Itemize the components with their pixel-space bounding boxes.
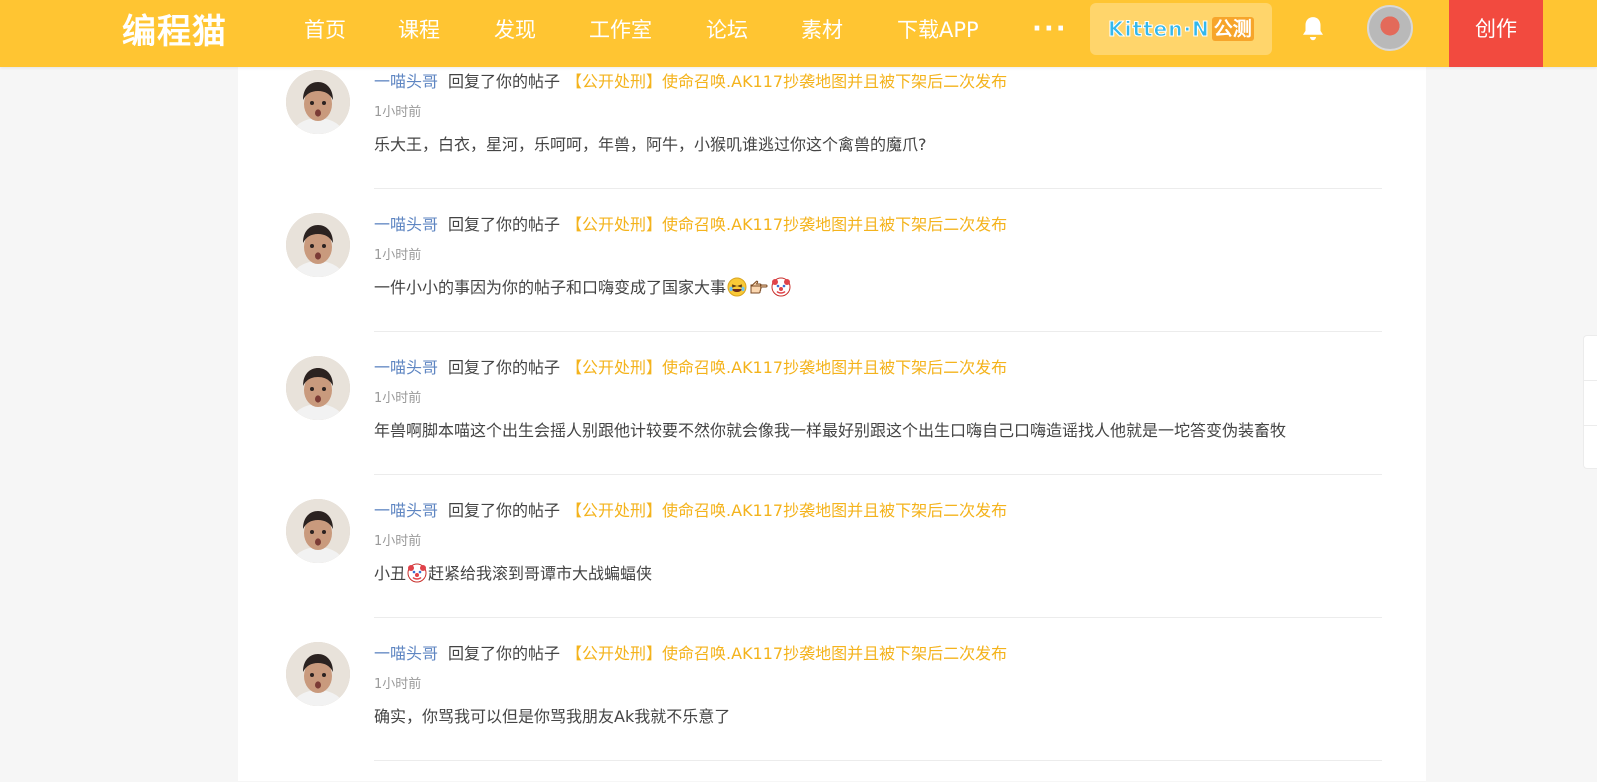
face-avatar-icon [286,499,350,563]
post-title-link[interactable]: 【公开处刑】使命召唤.AK117抄袭地图并且被下架后二次发布 [566,644,1007,663]
timestamp: 1小时前 [374,105,422,120]
divider [374,188,1382,189]
reply-content: 乐大王，白衣，星河，乐呵呵，年兽，阿牛，小猴叽谁逃过你这个禽兽的魔爪? [374,135,927,154]
notification-header: 一喵头哥 回复了你的帖子 【公开处刑】使命召唤.AK117抄袭地图并且被下架后二次发… [374,70,1007,94]
reply-text: 一件小小的事因为你的帖子和口嗨变成了国家大事 [374,278,727,297]
avatar[interactable] [286,499,350,563]
notification-header: 一喵头哥 回复了你的帖子 【公开处刑】使命召唤.AK117抄袭地图并且被下架后二次发… [374,213,1007,237]
post-title-link[interactable]: 【公开处刑】使命召唤.AK117抄袭地图并且被下架后二次发布 [566,501,1007,520]
divider [1584,380,1597,381]
action-text: 回复了你的帖子 [448,72,561,91]
username-link[interactable]: 一喵头哥 [374,501,438,520]
list-item: 一喵头哥 回复了你的帖子 【公开处刑】使命召唤.AK117抄袭地图并且被下架后二次发… [238,353,1426,496]
avatar[interactable] [286,213,350,277]
notification-header: 一喵头哥 回复了你的帖子 【公开处刑】使命召唤.AK117抄袭地图并且被下架后二次发… [374,356,1007,380]
kitten-n-beta-button[interactable]: Kitten·N 公测 [1090,3,1272,55]
divider [374,617,1382,618]
clown-emoji-icon [407,563,427,583]
notification-panel: 一喵头哥 回复了你的帖子 【公开处刑】使命召唤.AK117抄袭地图并且被下架后二次发… [238,0,1426,781]
face-avatar-icon [286,356,350,420]
username-link[interactable]: 一喵头哥 [374,72,438,91]
bell-icon[interactable] [1298,14,1328,44]
reply-content: 一件小小的事因为你的帖子和口嗨变成了国家大事 [374,276,792,300]
list-item: 一喵头哥 回复了你的帖子 【公开处刑】使命召唤.AK117抄袭地图并且被下架后二次发… [238,210,1426,353]
action-text: 回复了你的帖子 [448,215,561,234]
post-title-link[interactable]: 【公开处刑】使命召唤.AK117抄袭地图并且被下架后二次发布 [566,358,1007,377]
nav-forum[interactable]: 论坛 [706,0,748,67]
divider [1584,425,1597,426]
reply-content: 小丑 赶紧给我滚到哥谭市大战蝙蝠侠 [374,562,652,586]
kitten-n-brand: Kitten·N [1108,17,1210,42]
face-avatar-icon [286,213,350,277]
timestamp: 1小时前 [374,677,422,692]
username-link[interactable]: 一喵头哥 [374,644,438,663]
nav-studio[interactable]: 工作室 [589,0,652,67]
divider [374,760,1382,761]
floating-side-toolbar[interactable] [1583,335,1597,469]
list-item: 一喵头哥 回复了你的帖子 【公开处刑】使命召唤.AK117抄袭地图并且被下架后二次发… [238,67,1426,210]
reply-text-end: 赶紧给我滚到哥谭市大战蝙蝠侠 [428,564,653,583]
reply-content: 年兽啊脚本喵这个出生会摇人别跟他计较要不然你就会像我一样最好别跟这个出生口嗨自己… [374,421,1287,440]
beta-tag: 公测 [1211,17,1254,41]
action-text: 回复了你的帖子 [448,501,561,520]
reply-content: 确实，你骂我可以但是你骂我朋友Ak我就不乐意了 [374,707,731,726]
divider [374,474,1382,475]
action-text: 回复了你的帖子 [448,358,561,377]
post-title-link[interactable]: 【公开处刑】使命召唤.AK117抄袭地图并且被下架后二次发布 [566,72,1007,91]
notification-header: 一喵头哥 回复了你的帖子 【公开处刑】使命召唤.AK117抄袭地图并且被下架后二次发… [374,499,1007,523]
nav-home[interactable]: 首页 [304,0,346,67]
list-item: 一喵头哥 回复了你的帖子 【公开处刑】使命召唤.AK117抄袭地图并且被下架后二次发… [238,496,1426,639]
username-link[interactable]: 一喵头哥 [374,358,438,377]
notification-list: 一喵头哥 回复了你的帖子 【公开处刑】使命召唤.AK117抄袭地图并且被下架后二次发… [238,67,1426,782]
timestamp: 1小时前 [374,534,422,549]
list-item: 一喵头哥 回复了你的帖子 【公开处刑】使命召唤.AK117抄袭地图并且被下架后二次发… [238,639,1426,782]
action-text: 回复了你的帖子 [448,644,561,663]
nav-discover[interactable]: 发现 [494,0,536,67]
username-link[interactable]: 一喵头哥 [374,215,438,234]
top-navigation-bar: 编程猫 首页 课程 发现 工作室 论坛 素材 下载APP ··· Kitten·… [0,0,1597,67]
user-avatar[interactable] [1367,5,1413,51]
avatar[interactable] [286,356,350,420]
site-logo[interactable]: 编程猫 [122,10,227,54]
timestamp: 1小时前 [374,248,422,263]
notification-header: 一喵头哥 回复了你的帖子 【公开处刑】使命召唤.AK117抄袭地图并且被下架后二次发… [374,642,1007,666]
avatar[interactable] [286,70,350,134]
nav-courses[interactable]: 课程 [398,0,440,67]
face-avatar-icon [286,642,350,706]
nav-materials[interactable]: 素材 [801,0,843,67]
nav-download-app[interactable]: 下载APP [897,0,979,67]
more-menu-button[interactable]: ··· [1032,0,1068,67]
pointing-hand-icon [750,280,768,294]
clown-emoji-icon [771,277,791,297]
avatar[interactable] [286,642,350,706]
post-title-link[interactable]: 【公开处刑】使命召唤.AK117抄袭地图并且被下架后二次发布 [566,215,1007,234]
create-button[interactable]: 创作 [1449,0,1543,67]
timestamp: 1小时前 [374,391,422,406]
laughing-emoji-icon [727,277,747,297]
face-avatar-icon [286,70,350,134]
divider [374,331,1382,332]
reply-text-start: 小丑 [374,564,407,583]
